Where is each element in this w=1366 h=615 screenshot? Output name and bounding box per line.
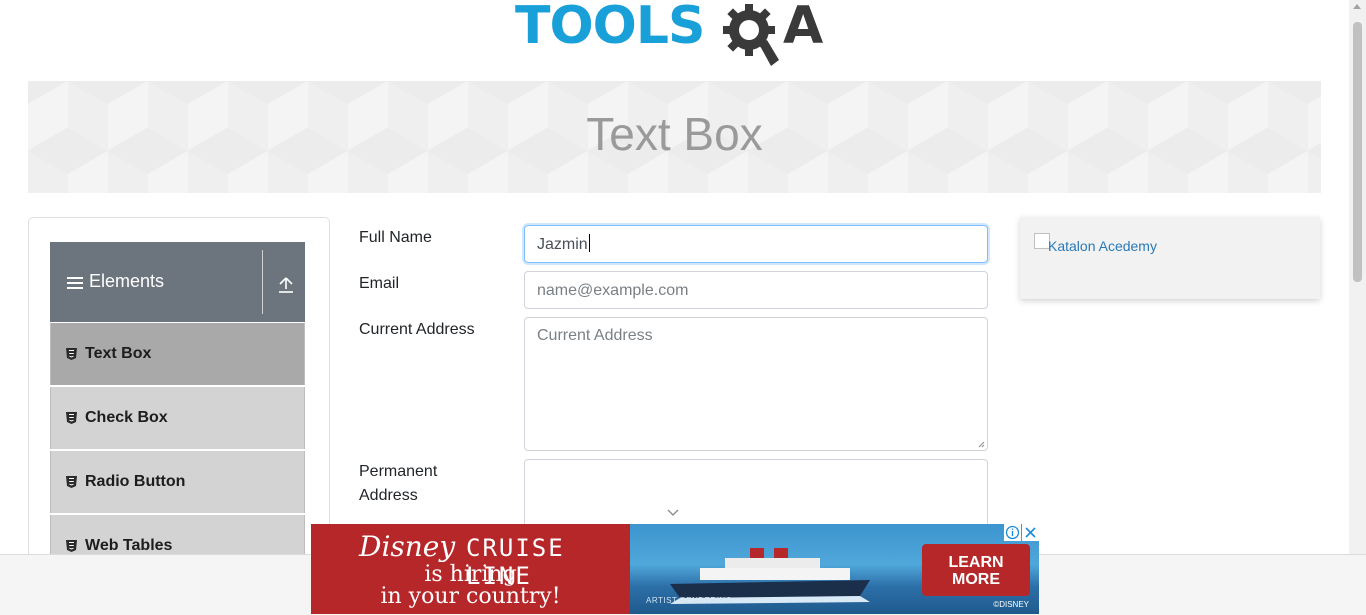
- page-header-banner: Text Box: [28, 81, 1321, 193]
- email-input[interactable]: name@example.com: [524, 271, 988, 309]
- scrollbar-thumb[interactable]: [1353, 22, 1362, 282]
- sidebar-item-label: Check Box: [85, 409, 168, 426]
- logo-text-tools: TOOLS: [515, 0, 705, 56]
- chevron-down-icon: [667, 509, 679, 516]
- current-address-textarea[interactable]: Current Address: [524, 317, 988, 451]
- sidebar-group-elements[interactable]: Elements: [50, 242, 305, 322]
- resize-handle-icon[interactable]: [978, 441, 985, 448]
- ad-image-panel: ARTIST RENDERING ©DISNEY LEARN MORE: [630, 524, 1039, 614]
- full-name-label: Full Name: [359, 229, 432, 246]
- scroll-up-arrow-icon[interactable]: [1353, 4, 1361, 9]
- sidebar-item-label: Text Box: [85, 345, 152, 362]
- sidebar-item-label: Radio Button: [85, 473, 186, 490]
- full-name-value: Jazmin: [537, 236, 588, 253]
- html5-icon: [66, 476, 77, 488]
- disney-ad-banner[interactable]: Disney CRUISE LINE is hiring in your cou…: [311, 524, 1039, 614]
- ad-line-3: in your country!: [380, 584, 561, 609]
- sidebar-item-label: Web Tables: [85, 537, 173, 554]
- page-title: Text Box: [586, 108, 763, 160]
- sidebar-group-title: Elements: [89, 271, 165, 291]
- ad-rendering-note: ARTIST RENDERING: [646, 596, 733, 605]
- current-address-label: Current Address: [359, 321, 475, 338]
- collapse-up-icon[interactable]: [278, 276, 294, 294]
- page-scrollbar[interactable]: [1349, 0, 1366, 554]
- ad-text-panel: Disney CRUISE LINE is hiring in your cou…: [311, 524, 630, 614]
- header-divider: [262, 250, 263, 314]
- html5-icon: [66, 348, 77, 360]
- email-placeholder: name@example.com: [537, 282, 689, 299]
- permanent-address-label: Permanent Address: [359, 460, 437, 508]
- ad-brand: Disney: [359, 530, 456, 563]
- sidebar-item-text-box[interactable]: Text Box: [50, 323, 305, 385]
- permanent-address-label-line1: Permanent: [359, 463, 438, 480]
- learn-more-line2: MORE: [952, 571, 1000, 588]
- katalon-ad-box[interactable]: Katalon Acedemy: [1020, 217, 1320, 299]
- email-label: Email: [359, 275, 400, 292]
- hamburger-icon: [67, 277, 83, 289]
- gear-q-icon: [723, 4, 779, 66]
- html5-icon: [66, 412, 77, 424]
- sidebar-item-check-box[interactable]: Check Box: [50, 387, 305, 449]
- ad-info-icon[interactable]: [1004, 524, 1021, 541]
- html5-icon: [66, 540, 77, 552]
- ad-copyright: ©DISNEY: [993, 600, 1029, 609]
- katalon-ad-alt-text[interactable]: Katalon Acedemy: [1048, 238, 1157, 254]
- current-address-placeholder: Current Address: [537, 327, 653, 344]
- logo-text-a: A: [783, 0, 824, 56]
- toolsqa-logo[interactable]: TOOLS A: [515, 0, 840, 72]
- learn-more-button[interactable]: LEARN MORE: [922, 544, 1030, 596]
- permanent-address-label-line2: Address: [359, 487, 418, 504]
- text-caret: [588, 234, 590, 252]
- sidebar-item-radio-button[interactable]: Radio Button: [50, 451, 305, 513]
- cruise-ship-icon: [670, 548, 870, 604]
- learn-more-line1: LEARN: [948, 554, 1004, 571]
- ad-close-icon[interactable]: [1022, 524, 1039, 541]
- full-name-input[interactable]: Jazmin: [524, 225, 988, 263]
